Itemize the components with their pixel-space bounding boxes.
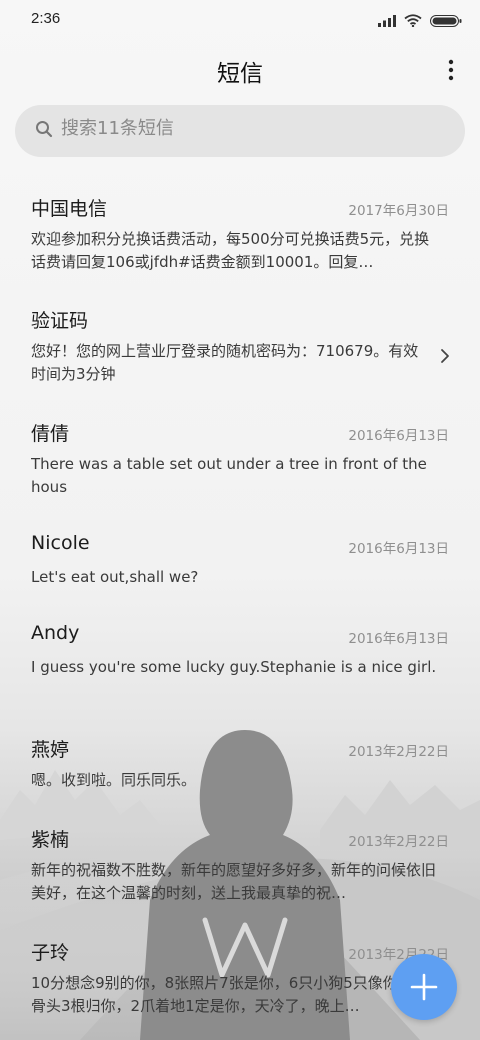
message-sender: 倩倩 — [31, 423, 70, 445]
message-preview: 新年的祝福数不胜数，新年的愿望好多好多，新年的问候依旧美好，在这个温馨的时刻，送… — [31, 861, 437, 902]
message-date: 2016年6月13日 — [348, 541, 449, 557]
status-icons — [378, 12, 462, 31]
message-date: 2013年2月22日 — [348, 834, 449, 850]
status-bar: 2:36 — [0, 0, 480, 40]
message-sender: 燕婷 — [31, 739, 70, 761]
header: 短信 — [0, 44, 480, 98]
message-sender: 验证码 — [31, 310, 89, 332]
search-input[interactable] — [61, 118, 441, 139]
battery-icon — [430, 12, 462, 31]
search-icon — [35, 120, 53, 142]
message-date: 2017年6月30日 — [348, 203, 449, 219]
message-preview: Let's eat out,shall we? — [31, 568, 199, 586]
more-vertical-icon — [448, 59, 454, 81]
message-item[interactable]: 验证码 您好！您的网上营业厅登录的随机密码为：710679。有效时间为3分钟 — [0, 290, 480, 402]
page-title: 短信 — [217, 61, 263, 87]
chevron-right-icon[interactable] — [440, 348, 450, 368]
message-sender: Andy — [31, 622, 80, 644]
message-item[interactable]: Andy 2016年6月13日 I guess you're some luck… — [0, 606, 480, 718]
message-sender: Nicole — [31, 532, 90, 554]
message-preview: 嗯。收到啦。同乐同乐。 — [31, 771, 197, 789]
message-preview: There was a table set out under a tree i… — [31, 455, 427, 496]
message-item[interactable]: Nicole 2016年6月13日 Let's eat out,shall we… — [0, 516, 480, 606]
plus-icon — [410, 973, 438, 1001]
message-preview: 欢迎参加积分兑换话费活动，每500分可兑换话费5元，兑换话费请回复106或jfd… — [31, 230, 430, 271]
message-item[interactable]: 燕婷 2013年2月22日 嗯。收到啦。同乐同乐。 — [0, 719, 480, 809]
message-item[interactable]: 紫楠 2013年2月22日 新年的祝福数不胜数，新年的愿望好多好多，新年的问候依… — [0, 809, 480, 921]
wifi-icon — [404, 12, 422, 31]
message-sender: 子玲 — [31, 942, 70, 964]
message-date: 2016年6月13日 — [348, 631, 449, 647]
message-item[interactable]: 倩倩 2016年6月13日 There was a table set out … — [0, 403, 480, 515]
signal-icon — [378, 12, 396, 31]
message-date: 2016年6月13日 — [348, 428, 449, 444]
message-date: 2013年2月22日 — [348, 744, 449, 760]
message-preview: 您好！您的网上营业厅登录的随机密码为：710679。有效时间为3分钟 — [31, 342, 419, 383]
message-sender: 紫楠 — [31, 829, 70, 851]
more-options-button[interactable] — [444, 56, 458, 84]
message-preview: I guess you're some lucky guy.Stephanie … — [31, 658, 437, 676]
message-item[interactable]: 中国电信 2017年6月30日 欢迎参加积分兑换话费活动，每500分可兑换话费5… — [0, 178, 480, 290]
message-preview: 10分想念9别的你，8张照片7张是你，6只小狗5只像你，4根骨头3根归你，2爪着… — [31, 974, 438, 1015]
search-bar[interactable] — [15, 105, 465, 157]
new-message-button[interactable] — [391, 954, 457, 1020]
status-time: 2:36 — [31, 10, 61, 27]
message-sender: 中国电信 — [31, 198, 108, 220]
